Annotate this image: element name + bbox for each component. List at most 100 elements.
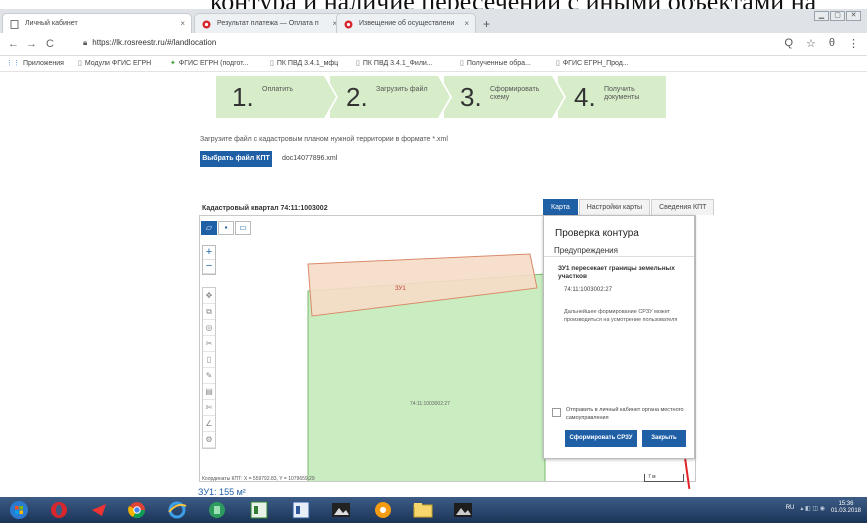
reload-button[interactable]: C — [46, 38, 54, 50]
angle-tool-icon[interactable]: ∠ — [203, 416, 215, 432]
explorer-folder-icon[interactable] — [412, 500, 434, 520]
divider — [544, 256, 694, 257]
shape-tool-icon[interactable]: ▭ — [235, 221, 251, 235]
clock-time: 15:36 — [838, 501, 854, 507]
map-tools: ✥ ⧉ ◎ ✂ ▯ ✎ ▤ ✄ ∠ ⚙ — [202, 287, 216, 449]
step-number: 1. — [232, 82, 254, 112]
rosreestr-icon — [202, 20, 211, 29]
bookmark-item[interactable]: ▯ ПК ПВД 3.4.1_Фили... — [356, 59, 433, 67]
map-tabs: Карта Настройки карты Сведения КПТ — [542, 199, 715, 215]
close-icon[interactable]: × — [464, 19, 469, 28]
star-icon[interactable]: ☆ — [806, 37, 816, 50]
folder-icon: ▯ — [356, 60, 360, 67]
spreadsheet-icon[interactable] — [248, 500, 270, 520]
zoom-icon[interactable]: Q — [784, 37, 793, 50]
checkbox-label: Отправить в личный кабинет органа местно… — [566, 407, 684, 421]
folder-icon: ▯ — [556, 60, 560, 67]
image-viewer-icon[interactable] — [330, 500, 352, 520]
warnings-heading: Предупреждения — [554, 246, 618, 255]
new-tab-button[interactable]: + — [483, 17, 490, 31]
minimize-button[interactable]: ▁ — [814, 11, 829, 21]
folder-icon: ▯ — [270, 60, 274, 67]
warning-cad-number: 74:11:1003002:27 — [564, 287, 612, 293]
edit-tool-icon[interactable]: ✎ — [203, 368, 215, 384]
step-pay[interactable]: 1. Оплатить — [216, 76, 338, 118]
window-controls: ▁ ▢ ✕ — [814, 11, 861, 21]
new-parcel-label: ЗУ1 — [395, 286, 406, 292]
chrome-icon[interactable] — [126, 500, 148, 520]
tab-kpt-info[interactable]: Сведения КПТ — [651, 199, 715, 215]
media-icon[interactable] — [372, 500, 394, 520]
clock[interactable]: 15:36 01.03.2018 — [831, 501, 861, 515]
step-upload[interactable]: 2. Загрузить файл — [330, 76, 452, 118]
step-get-documents[interactable]: 4. Получить документы — [558, 76, 666, 118]
url-field[interactable]: 🔒︎ https://lk.rosreestr.ru/#/landlocation — [83, 38, 216, 48]
parcel-area: ЗУ1: 155 м² — [198, 487, 246, 497]
form-srzu-button[interactable]: Сформировать СРЗУ — [565, 430, 637, 447]
map-coordinates: Координаты КПТ: X = 559792.83, Y = 10796… — [202, 476, 315, 482]
tab-payment-result[interactable]: Результат платежа — Оплата п × — [194, 13, 344, 33]
bookmark-apps[interactable]: ⋮⋮ Приложения — [6, 59, 64, 67]
tab-map[interactable]: Карта — [543, 199, 578, 215]
step-number: 2. — [346, 82, 368, 112]
address-bar: ← → C 🔒︎ https://lk.rosreestr.ru/#/landlo… — [0, 33, 867, 56]
browser-tab-strip: Личный кабинет × Результат платежа — Опл… — [0, 9, 867, 33]
tab-title: Извещение об осуществлени — [359, 20, 455, 27]
close-window-button[interactable]: ✕ — [846, 11, 861, 21]
move-tool-icon[interactable]: ✥ — [203, 288, 215, 304]
image-app-icon[interactable] — [452, 500, 474, 520]
document-icon[interactable] — [290, 500, 312, 520]
page-icon — [10, 20, 19, 29]
target-tool-icon[interactable]: ◎ — [203, 320, 215, 336]
contour-check-panel: Проверка контура Предупреждения ЗУ1 пере… — [543, 215, 695, 459]
url-text: https://lk.rosreestr.ru/#/landlocation — [92, 38, 217, 47]
lock-icon: 🔒︎ — [83, 38, 88, 47]
draw-toolbar: ▱ ▪ ▭ — [201, 221, 252, 235]
yandex-icon[interactable] — [88, 500, 110, 520]
polygon-tool-icon[interactable]: ▱ — [201, 221, 217, 235]
bookmark-item[interactable]: ▯ ФГИС ЕГРН_Прод... — [556, 59, 629, 67]
table-tool-icon[interactable]: ▤ — [203, 384, 215, 400]
opera-icon[interactable] — [48, 500, 70, 520]
bookmark-item[interactable]: ▯ Полученные обра... — [460, 59, 531, 67]
cut-tool-icon[interactable]: ✄ — [203, 400, 215, 416]
back-button[interactable]: ← — [8, 38, 19, 50]
tab-title: Результат платежа — Оплата п — [217, 20, 319, 27]
zoom-controls: + − — [202, 245, 216, 275]
tab-personal-cabinet[interactable]: Личный кабинет × — [2, 13, 192, 33]
point-tool-icon[interactable]: ▪ — [218, 221, 234, 235]
app-icon[interactable] — [206, 500, 228, 520]
copy-tool-icon[interactable]: ⧉ — [203, 304, 215, 320]
split-tool-icon[interactable]: ✂ — [203, 336, 215, 352]
maximize-button[interactable]: ▢ — [830, 11, 845, 21]
language-indicator[interactable]: RU — [786, 505, 795, 511]
send-to-municipality-checkbox[interactable] — [552, 408, 561, 417]
choose-kpt-file-button[interactable]: Выбрать файл КПТ — [200, 151, 272, 167]
zoom-out-button[interactable]: − — [203, 260, 215, 274]
account-icon[interactable]: θ — [829, 37, 835, 50]
internet-explorer-icon[interactable] — [166, 500, 188, 520]
step-label: Сформировать схему — [490, 86, 540, 101]
forward-button[interactable]: → — [26, 38, 37, 50]
close-icon[interactable]: × — [180, 19, 185, 28]
tab-notice[interactable]: Извещение об осуществлени × — [336, 13, 476, 33]
clock-date: 01.03.2018 — [830, 508, 861, 514]
bookmark-item[interactable]: ▯ Модули ФГИС ЕГРН — [78, 59, 151, 67]
bookmark-item[interactable]: ▯ ПК ПВД 3.4.1_мфц — [270, 59, 338, 67]
settings-tool-icon[interactable]: ⚙ — [203, 432, 215, 448]
menu-icon[interactable]: ⋮ — [848, 37, 859, 50]
step-label: Загрузить файл — [376, 86, 428, 93]
step-label: Оплатить — [262, 86, 294, 93]
bookmark-item[interactable]: ✦ ФГИС ЕГРН (подгот... — [170, 59, 249, 67]
map-scale-bar: 7 м — [644, 474, 684, 482]
start-button-icon[interactable] — [6, 500, 32, 520]
windows-taskbar: RU ▴ ◧ ◫ ◉ 15:36 01.03.2018 — [0, 497, 867, 523]
tray-icons[interactable]: ▴ ◧ ◫ ◉ — [800, 505, 825, 512]
zoom-in-button[interactable]: + — [203, 246, 215, 260]
close-panel-button[interactable]: Закрыть — [642, 430, 686, 447]
tab-map-settings[interactable]: Настройки карты — [578, 199, 651, 215]
browser-tools: Q ☆ θ ⋮ — [784, 37, 859, 50]
step-form-scheme[interactable]: 3. Сформировать схему — [444, 76, 566, 118]
step-number: 3. — [460, 82, 482, 112]
delete-tool-icon[interactable]: ▯ — [203, 352, 215, 368]
